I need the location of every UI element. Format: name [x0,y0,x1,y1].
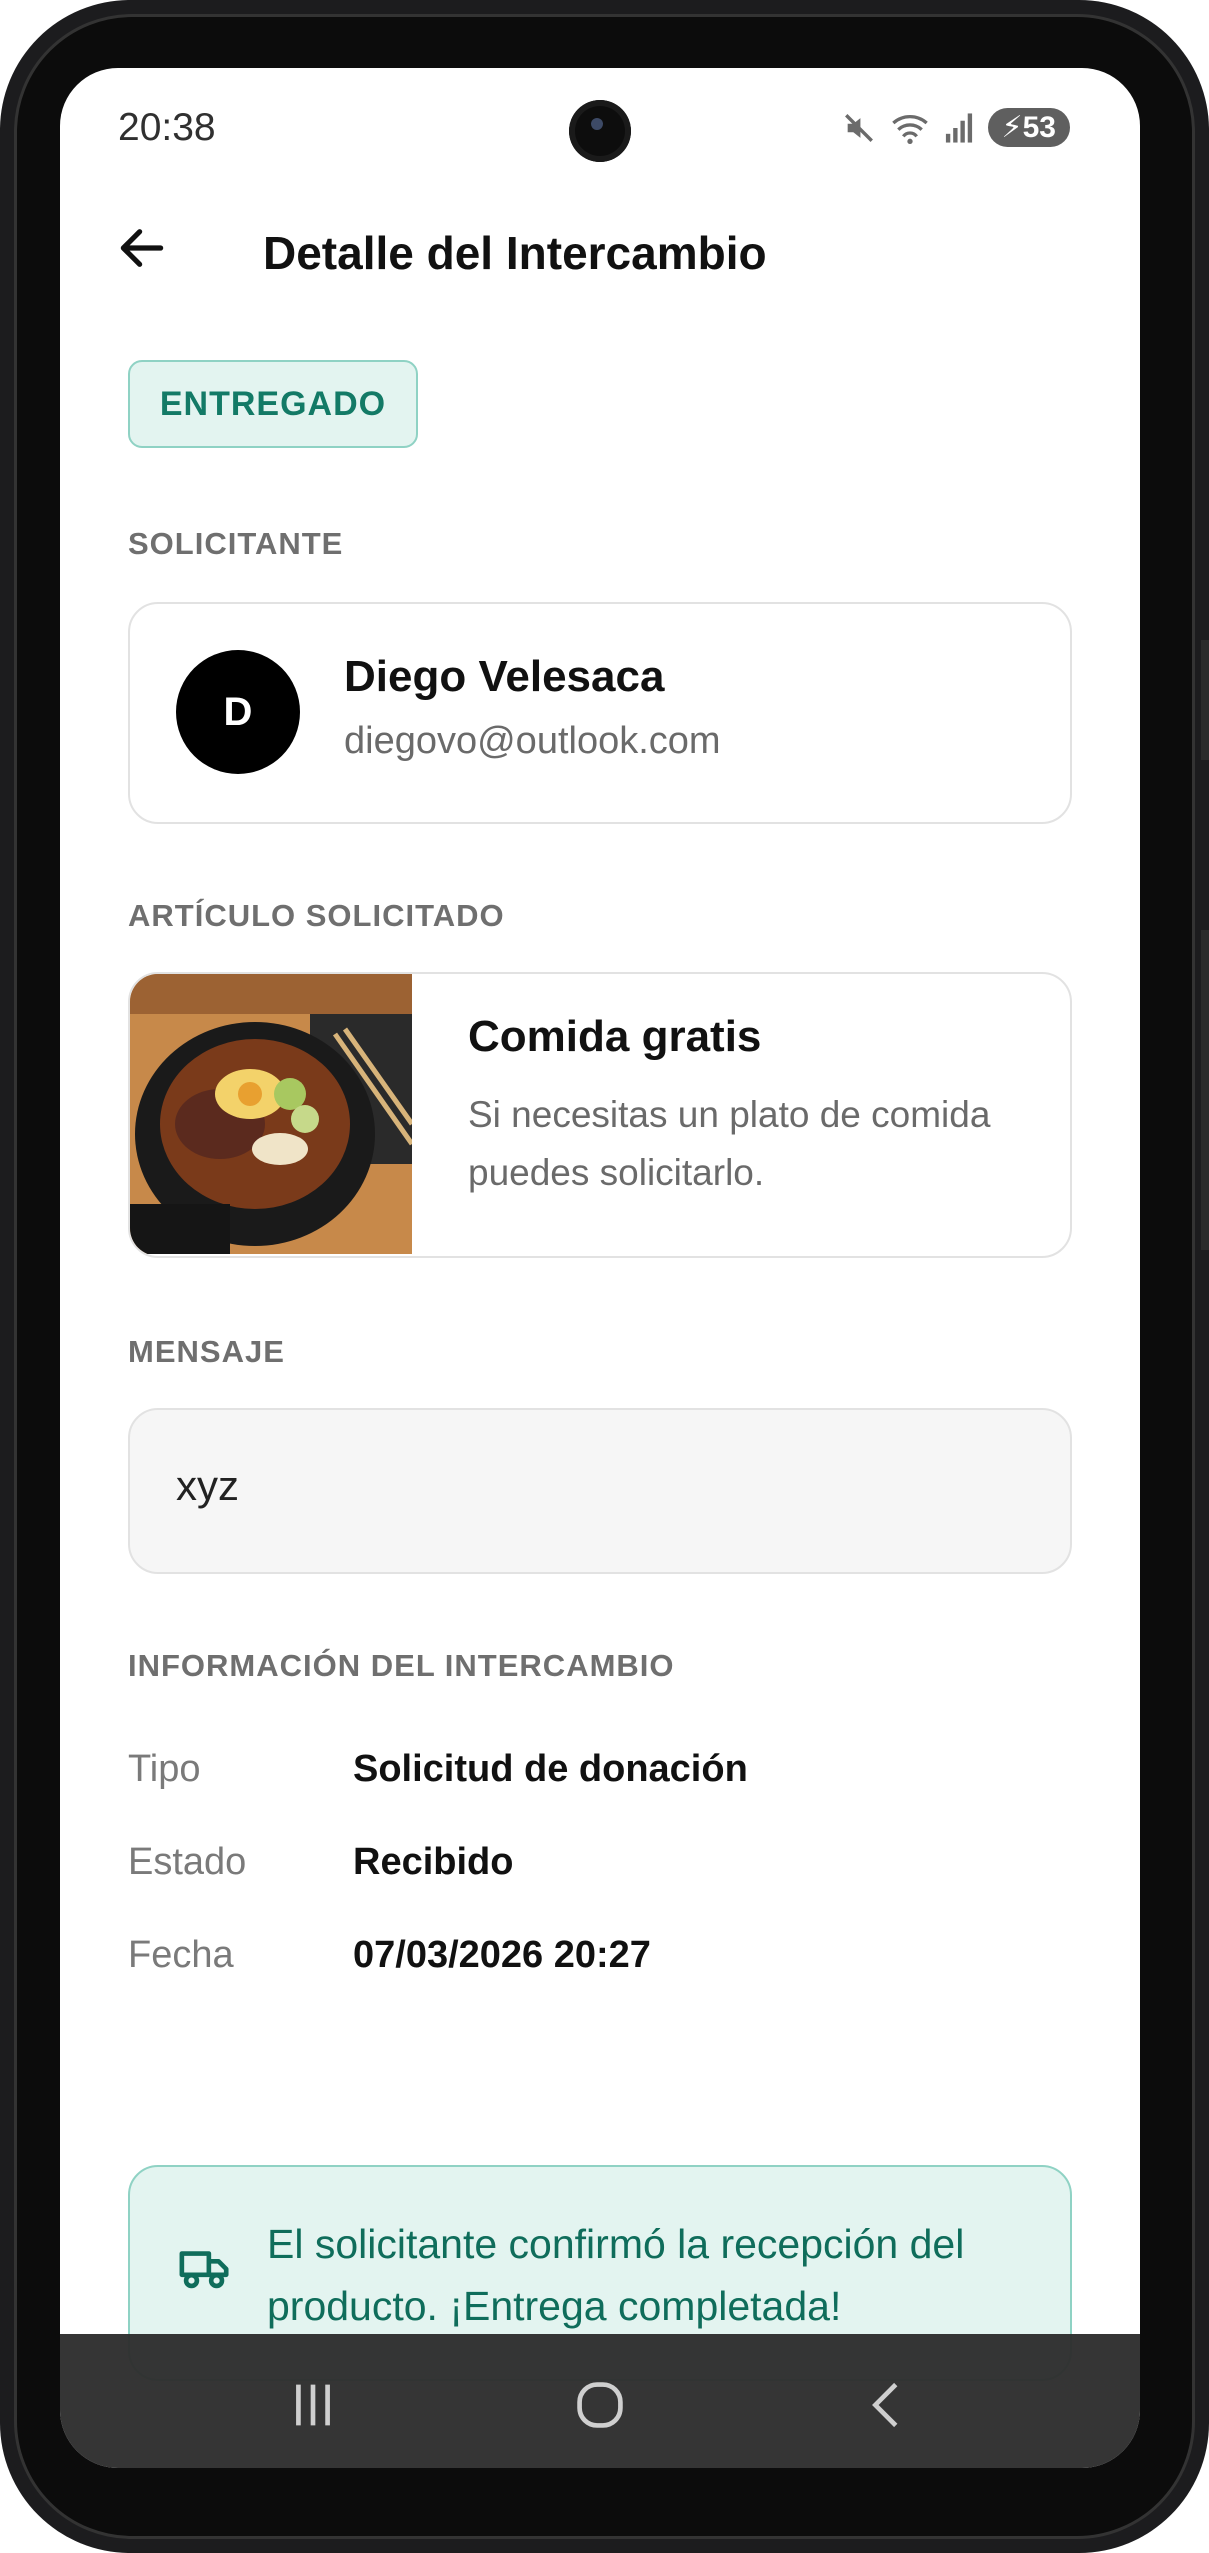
message-section-label: MENSAJE [128,1334,285,1369]
volume-button [1201,640,1209,760]
message-box: xyz [128,1408,1072,1574]
signal-icon [945,112,972,143]
wifi-icon [891,114,928,144]
info-value: Solicitud de donación [353,1748,748,1790]
screen: 20:38 ⚡53 Detalle del Intercambio ENTREG… [60,68,1140,2468]
status-time: 20:38 [118,106,216,149]
info-row-date: Fecha 07/03/2026 20:27 [128,1934,1072,1994]
info-label: Tipo [128,1748,201,1790]
power-button [1201,930,1209,1250]
phone-frame: 20:38 ⚡53 Detalle del Intercambio ENTREG… [0,0,1209,2553]
app-bar: Detalle del Intercambio [60,198,1140,298]
item-title: Comida gratis [468,1012,762,1061]
system-nav-bar [60,2334,1140,2468]
info-label: Estado [128,1841,247,1883]
item-card[interactable]: Comida gratis Si necesitas un plato de c… [128,972,1072,1258]
requester-section-label: SOLICITANTE [128,526,344,561]
battery-level: 53 [1022,111,1056,144]
status-badge: ENTREGADO [128,360,418,448]
page-title: Detalle del Intercambio [263,227,767,279]
item-section-label: ARTÍCULO SOLICITADO [128,898,505,933]
requester-email: diegovo@outlook.com [344,720,721,762]
notice-text: El solicitante confirmó la recepción del… [267,2221,965,2329]
recents-icon[interactable] [278,2370,348,2440]
requester-name: Diego Velesaca [344,652,665,701]
item-description: Si necesitas un plato de comida puedes s… [468,1094,991,1193]
battery-icon: ⚡53 [987,108,1070,147]
info-value: 07/03/2026 20:27 [353,1934,651,1976]
requester-card: D Diego Velesaca diegovo@outlook.com [128,602,1072,824]
exchange-info-section-label: INFORMACIÓN DEL INTERCAMBIO [128,1648,675,1683]
home-icon[interactable] [565,2370,635,2440]
info-label: Fecha [128,1934,234,1976]
food-photo [130,974,412,1254]
mute-icon [844,113,873,142]
message-text: xyz [176,1462,239,1509]
back-arrow-icon[interactable] [114,220,170,276]
truck-icon [179,2251,229,2289]
nav-back-icon[interactable] [852,2370,922,2440]
info-row-status: Estado Recibido [128,1841,1072,1901]
avatar: D [176,650,300,774]
info-row-type: Tipo Solicitud de donación [128,1748,1072,1808]
status-icons: ⚡53 [842,108,1070,147]
info-value: Recibido [353,1841,514,1883]
front-camera [569,100,631,162]
